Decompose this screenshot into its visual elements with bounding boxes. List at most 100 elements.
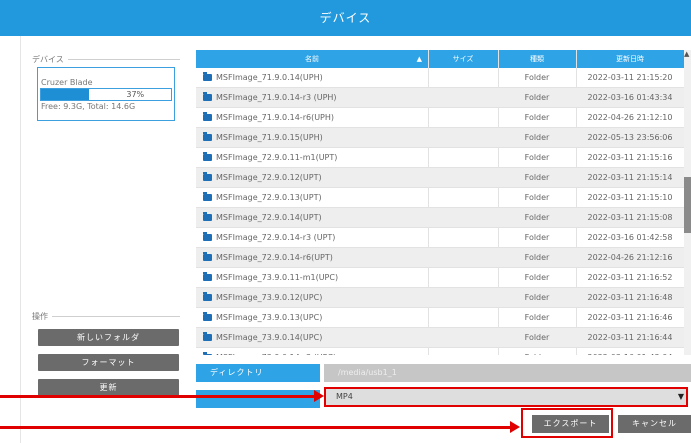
row-name: MSFImage_72.9.0.13(UPT) [216,193,322,202]
export-button[interactable]: エクスポート [532,415,609,433]
table-row[interactable]: MSFImage_73.9.0.14(UPC) Folder 2022-03-11 … [196,328,684,348]
column-name[interactable]: 名前 ▲ [196,50,429,68]
scrollbar-thumb[interactable] [684,177,691,233]
row-size [428,348,488,355]
row-size [428,88,488,107]
annotation-arrow-export [0,426,512,429]
column-modified[interactable]: 更新日時 [576,50,684,68]
table-row[interactable]: MSFImage_73.9.0.11-m1(UPC) Folder 2022-03-… [196,268,684,288]
annotation-arrow-format [0,395,316,398]
row-modified: 2022-03-11 21:16:52 [587,273,673,282]
device-section-divider [68,59,180,60]
table-row[interactable]: MSFImage_71.9.0.14-r6(UPH) Folder 2022-04-… [196,108,684,128]
row-size [428,248,488,267]
format-select-value: MP4 [336,392,353,401]
row-type: Folder [524,73,550,82]
row-modified: 2022-03-11 21:16:46 [587,313,673,322]
row-size [428,128,488,147]
table-row[interactable]: MSFImage_73.9.0.13(UPC) Folder 2022-03-11 … [196,308,684,328]
row-modified: 2022-04-26 21:12:10 [587,113,673,122]
folder-icon [203,172,212,181]
table-row[interactable]: MSFImage_73.9.0.14-r3 (UPC) Folder2022-03… [196,348,684,355]
scroll-up-icon[interactable]: ▲ [684,50,689,58]
folder-icon [203,152,212,161]
row-modified: 2022-03-11 21:15:10 [587,193,673,202]
row-size [428,288,488,307]
table-row[interactable]: MSFImage_72.9.0.13(UPT) Folder 2022-03-11 … [196,188,684,208]
device-name: Cruzer Blade [41,78,93,87]
chevron-down-icon: ▼ [677,392,684,401]
device-capacity: Free: 9.3G, Total: 14.6G [41,102,136,111]
row-name: MSFImage_71.9.0.14-r3 (UPH) [216,93,337,102]
row-type: Folder [524,253,550,262]
device-usage-text: 37% [126,90,145,99]
device-usage-fill [41,89,90,100]
table-rows: MSFImage_71.9.0.14(UPH) Folder 2022-03-11 … [196,68,684,355]
row-size [428,168,488,187]
row-size [428,228,488,247]
row-name: MSFImage_72.9.0.14(UPT) [216,213,322,222]
row-name: MSFImage_73.9.0.14(UPC) [216,333,323,342]
row-size [428,208,488,227]
cancel-button[interactable]: キャンセル [618,415,691,433]
row-size [428,268,488,287]
dialog-title: デバイス [0,0,691,36]
row-name: MSFImage_73.9.0.13(UPC) [216,313,323,322]
folder-icon [203,272,212,281]
row-size [428,68,488,87]
row-type: Folder [524,333,550,342]
folder-icon [203,292,212,301]
table-row[interactable]: MSFImage_73.9.0.12(UPC) Folder 2022-03-11 … [196,288,684,308]
row-name: MSFImage_72.9.0.12(UPT) [216,173,322,182]
table-row[interactable]: MSFImage_71.9.0.15(UPH) Folder 2022-05-13 … [196,128,684,148]
folder-icon [203,112,212,121]
table-row[interactable]: MSFImage_72.9.0.14-r6(UPT) Folder 2022-04-… [196,248,684,268]
folder-icon [203,212,212,221]
row-name: MSFImage_73.9.0.14-r3 (UPC) [216,348,424,355]
table-row[interactable]: MSFImage_72.9.0.14-r3 (UPT) Folder 2022-03… [196,228,684,248]
row-modified: 2022-03-11 21:15:14 [587,173,673,182]
table-row[interactable]: MSFImage_72.9.0.14(UPT) Folder 2022-03-11 … [196,208,684,228]
folder-icon [203,312,212,321]
row-type: Folder [524,173,550,182]
table-row[interactable]: MSFImage_71.9.0.14-r3 (UPH) Folder 2022-03… [196,88,684,108]
row-size [428,108,488,127]
row-modified: 2022-03-16 01:42:58 [587,233,673,242]
operations-section-divider [52,316,180,317]
refresh-button[interactable]: 更新 [38,379,179,396]
sort-ascending-icon: ▲ [416,55,422,63]
row-modified: 2022-03-16 01:43:34 [587,93,673,102]
table-header: 名前 ▲ サイズ 種類 更新日時 [196,50,684,68]
column-name-label: 名前 [305,55,319,63]
format-button[interactable]: フォーマット [38,354,179,371]
folder-icon [203,332,212,341]
table-row[interactable]: MSFImage_72.9.0.12(UPT) Folder 2022-03-11 … [196,168,684,188]
device-card[interactable]: Cruzer Blade 37% Free: 9.3G, Total: 14.6… [37,67,175,121]
row-name: MSFImage_71.9.0.14(UPH) [216,73,323,82]
folder-icon [203,232,212,241]
column-size[interactable]: サイズ [428,50,499,68]
folder-icon [203,352,212,355]
table-row[interactable]: MSFImage_71.9.0.14(UPH) Folder 2022-03-11 … [196,68,684,88]
row-type: Folder [498,348,576,355]
table-row[interactable]: MSFImage_72.9.0.11-m1(UPT) Folder 2022-03-… [196,148,684,168]
table-scrollbar[interactable]: ▲ [684,50,691,355]
new-folder-button[interactable]: 新しいフォルダ [38,329,179,346]
row-type: Folder [524,113,550,122]
row-modified: 2022-03-11 21:15:20 [587,73,673,82]
row-modified: 2022-03-16 01:43:04 [576,348,684,355]
file-table: 名前 ▲ サイズ 種類 更新日時 MSFImage_71.9.0.14(UPH)… [196,50,684,355]
column-type[interactable]: 種類 [498,50,577,68]
directory-path: /media/usb1_1 [324,364,691,382]
row-type: Folder [524,213,550,222]
row-name: MSFImage_72.9.0.14-r6(UPT) [216,253,333,262]
row-type: Folder [524,153,550,162]
row-modified: 2022-04-26 21:12:16 [587,253,673,262]
row-name: MSFImage_72.9.0.14-r3 (UPT) [216,233,336,242]
folder-icon [203,72,212,81]
directory-label: ディレクトリ [196,364,320,382]
annotation-arrow-head [314,390,324,402]
left-divider [20,36,21,443]
row-name: MSFImage_73.9.0.12(UPC) [216,293,323,302]
format-select[interactable]: MP4 ▼ [324,387,688,407]
